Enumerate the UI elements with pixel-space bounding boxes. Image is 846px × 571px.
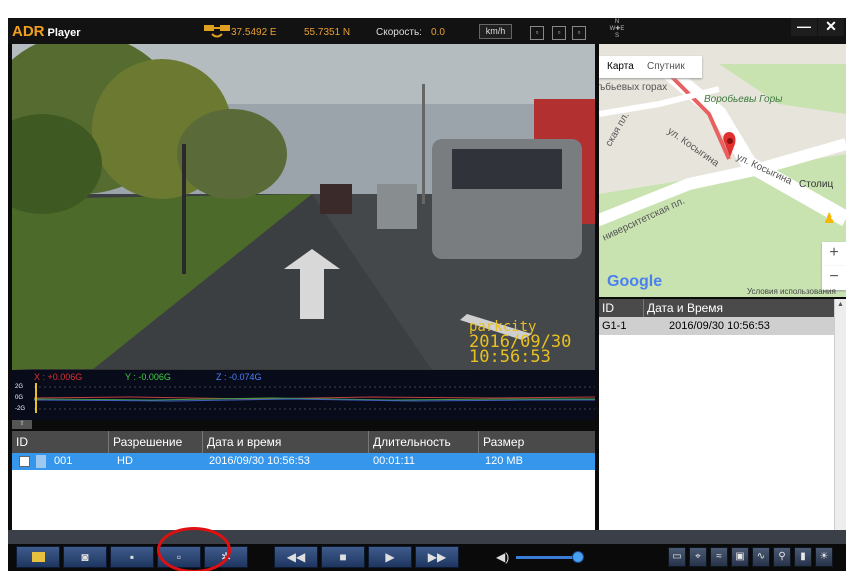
tab-map[interactable]: Карта <box>607 61 634 72</box>
video-timestamp-overlay: parkcity 2016/09/30 10:56:53 <box>469 320 571 367</box>
speed-label: Скорость: <box>376 27 422 38</box>
lock-icon[interactable]: ▮ <box>794 547 812 567</box>
stop-button[interactable]: ■ <box>321 546 365 568</box>
map-label-place2: Воробьевы Горы <box>704 94 783 105</box>
cell-duration: 00:01:11 <box>373 455 416 467</box>
minimize-button[interactable]: — <box>791 18 817 36</box>
cell-id: 001 <box>54 455 73 467</box>
save-icon: ▪ <box>129 550 135 564</box>
map-view[interactable]: Карта Спутник ъбьевых горах Воробьевы Го… <box>599 44 846 297</box>
gps-list-scrollbar[interactable]: ▲ ▼ <box>834 299 846 545</box>
pegman-icon[interactable]: ♟ <box>823 210 836 227</box>
network-icon[interactable]: ≈ <box>710 547 728 567</box>
map-label-place1: ъбьевых горах <box>599 82 668 93</box>
sensor-curves <box>33 383 595 413</box>
compass-icon: N W✚E S <box>609 19 625 39</box>
scroll-up-icon[interactable]: ▲ <box>835 301 846 313</box>
latitude-value: 55.7351 N <box>304 27 351 38</box>
annotation-circle <box>157 527 231 571</box>
gps-satellite-icon <box>204 25 230 38</box>
col-datetime[interactable]: Дата и время <box>203 431 369 453</box>
sensor-toggle-button[interactable]: ⇧ <box>12 420 32 429</box>
playback-progress-bar[interactable] <box>8 530 846 544</box>
speed-value: 0.0 <box>431 27 445 38</box>
file-list: ID Разрешение Дата и время Длительность … <box>12 431 595 545</box>
gps-col-datetime[interactable]: Дата и Время <box>644 299 834 317</box>
table-row[interactable]: G1-1 2016/09/30 10:56:53 <box>599 317 834 335</box>
open-folder-button[interactable] <box>16 546 60 568</box>
gps-point-list: ID Дата и Время G1-1 2016/09/30 10:56:53… <box>599 299 846 545</box>
camera-icon: ◙ <box>81 550 89 564</box>
row-marker <box>36 455 46 468</box>
col-id[interactable]: ID <box>12 431 109 453</box>
play-button[interactable]: ▶ <box>368 546 412 568</box>
col-duration[interactable]: Длительность <box>369 431 479 453</box>
gps-cell-id: G1-1 <box>602 320 627 332</box>
speed-unit-button[interactable]: km/h <box>479 24 512 39</box>
gps-cell-datetime: 2016/09/30 10:56:53 <box>669 320 770 332</box>
file-list-header: ID Разрешение Дата и время Длительность … <box>12 431 595 453</box>
folder-icon <box>31 552 45 562</box>
gps-col-id[interactable]: ID <box>599 299 644 317</box>
control-bar: ◙ ▪ ▫ ✲ ◀◀ ■ ▶ ▶▶ ◀) ▭ ⌖ ≈ ▣ ∿ ⚲ ▮ ☀ <box>8 544 846 571</box>
google-logo: Google <box>607 273 663 290</box>
map-terms-link[interactable]: Условия использования <box>747 287 836 296</box>
map-type-tabs: Карта Спутник <box>599 56 702 78</box>
g-sensor-graph[interactable]: X : +0.006G Y : -0.006G Z : -0.074G 2G 0… <box>12 370 595 420</box>
snapshot-button[interactable]: ◙ <box>63 546 107 568</box>
fast-forward-button[interactable]: ▶▶ <box>415 546 459 568</box>
rewind-button[interactable]: ◀◀ <box>274 546 318 568</box>
longitude-value: 37.5492 E <box>231 27 277 38</box>
video-view[interactable]: parkcity 2016/09/30 10:56:53 <box>12 44 595 370</box>
cell-size: 120 MB <box>485 455 523 467</box>
zoom-in-button[interactable]: + <box>822 242 846 266</box>
layout-3-icon[interactable]: ▫ <box>572 26 586 40</box>
tool-icon[interactable]: ⚲ <box>773 547 791 567</box>
gps-list-header: ID Дата и Время <box>599 299 834 317</box>
map-label-stolitsa: Столиц <box>799 179 834 190</box>
gps-icon[interactable]: ⌖ <box>689 547 707 567</box>
speech-icon[interactable]: ▭ <box>668 547 686 567</box>
layout-2-icon[interactable]: ▫ <box>552 26 566 40</box>
row-checkbox[interactable] <box>19 456 30 467</box>
overlay-time: 10:56:53 <box>469 347 551 367</box>
col-resolution[interactable]: Разрешение <box>109 431 203 453</box>
volume-slider-handle[interactable] <box>572 551 584 563</box>
col-size[interactable]: Размер <box>479 431 595 453</box>
close-button[interactable]: ✕ <box>818 18 844 36</box>
save-button[interactable]: ▪ <box>110 546 154 568</box>
fast-forward-icon: ▶▶ <box>427 550 447 564</box>
wave-icon[interactable]: ∿ <box>752 547 770 567</box>
cell-datetime: 2016/09/30 10:56:53 <box>209 455 310 467</box>
title-bar: ADR Player 37.5492 E 55.7351 N Скорость: … <box>8 18 846 44</box>
layout-1-icon[interactable]: ▫ <box>530 26 544 40</box>
table-row[interactable]: 001 HD 2016/09/30 10:56:53 00:01:11 120 … <box>12 453 595 470</box>
volume-icon[interactable]: ◀) <box>496 550 509 564</box>
cell-resolution: HD <box>117 455 133 467</box>
stop-icon: ■ <box>339 550 347 564</box>
adr-player-window: ADR Player 37.5492 E 55.7351 N Скорость: … <box>8 18 846 571</box>
tab-satellite[interactable]: Спутник <box>647 61 685 72</box>
image-icon[interactable]: ▣ <box>731 547 749 567</box>
play-icon: ▶ <box>385 550 395 564</box>
app-logo: ADR Player <box>12 23 81 40</box>
brightness-icon[interactable]: ☀ <box>815 547 833 567</box>
rewind-icon: ◀◀ <box>286 550 306 564</box>
volume-slider[interactable] <box>516 556 578 559</box>
